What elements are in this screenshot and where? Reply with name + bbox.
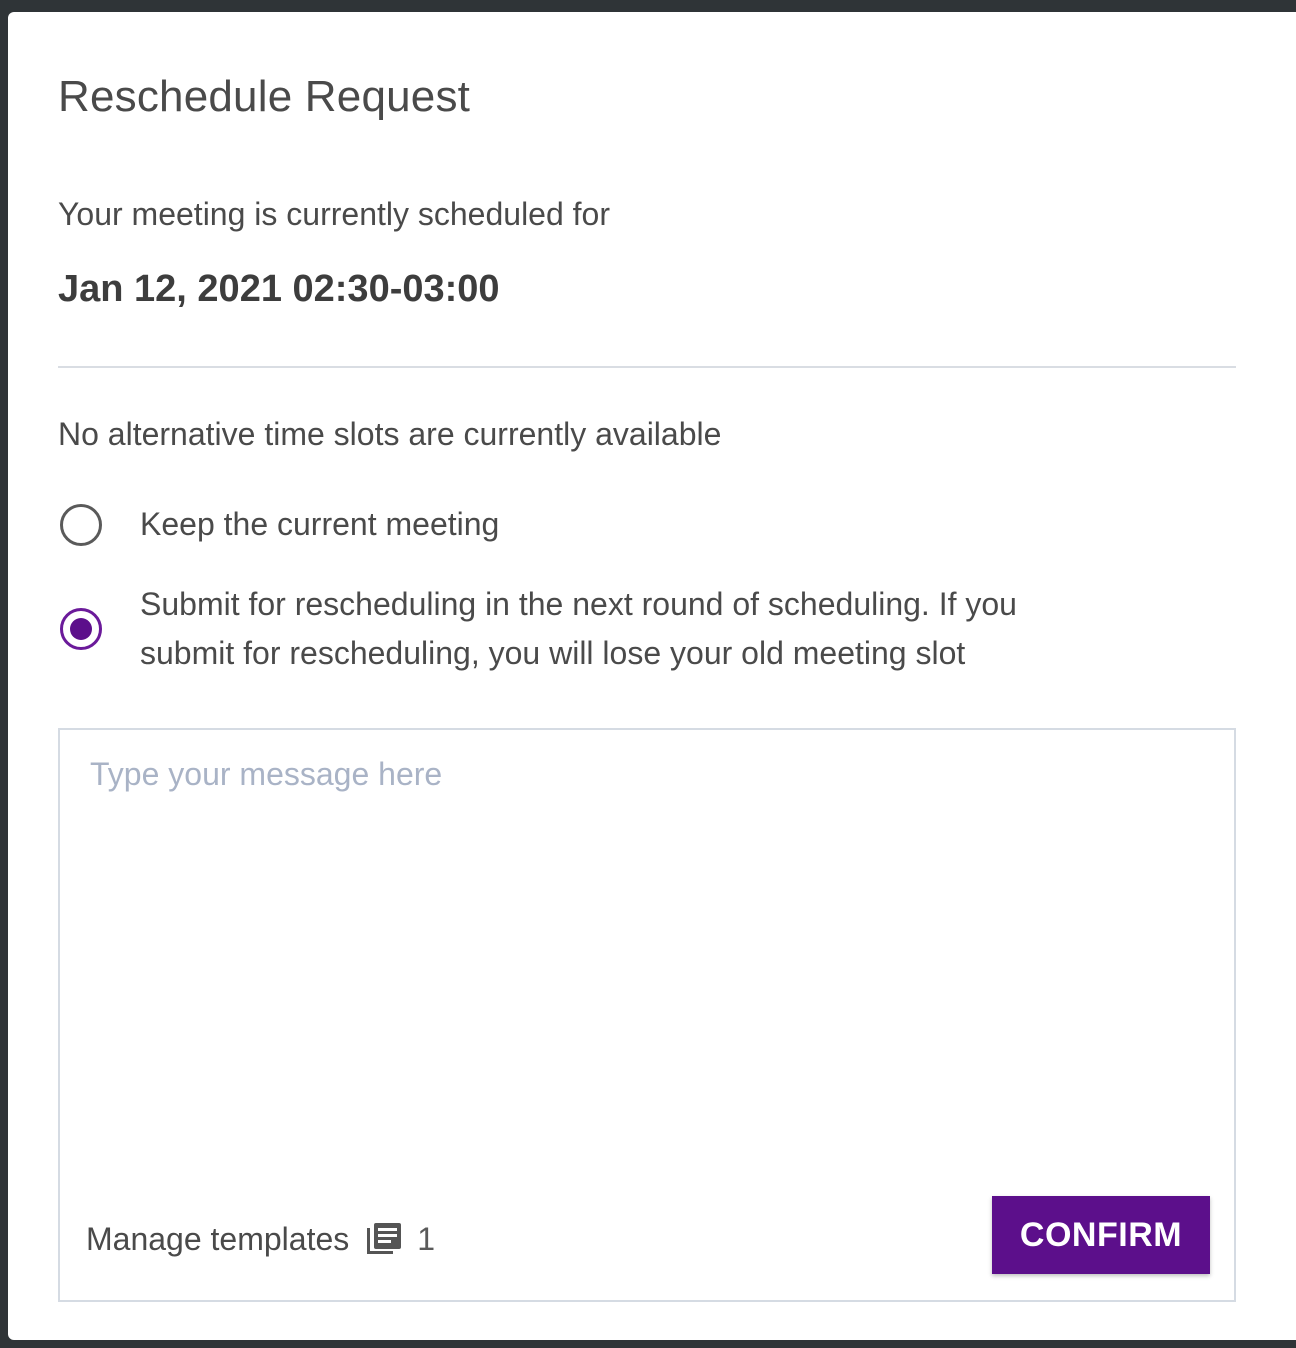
no-slots-notice: No alternative time slots are currently … <box>58 416 722 452</box>
scheduled-for-label: Your meeting is currently scheduled for <box>58 196 610 232</box>
radio-label-submit: Submit for rescheduling in the next roun… <box>140 586 1017 671</box>
templates-footer: Manage templates 1 <box>86 1220 435 1258</box>
message-textarea[interactable] <box>90 756 1190 1136</box>
radio-keep-current-meeting[interactable]: Keep the current meeting <box>60 500 499 549</box>
current-meeting-datetime: Jan 12, 2021 02:30-03:00 <box>58 268 500 310</box>
dialog-title: Reschedule Request <box>58 72 471 121</box>
radio-checked-icon[interactable] <box>60 608 102 650</box>
manage-templates-link[interactable]: Manage templates <box>86 1221 349 1258</box>
radio-label-keep: Keep the current meeting <box>140 506 500 542</box>
divider <box>58 366 1236 368</box>
template-count: 1 <box>417 1220 436 1257</box>
reschedule-dialog: Reschedule Request Your meeting is curre… <box>8 12 1296 1340</box>
confirm-button[interactable]: CONFIRM <box>992 1196 1210 1274</box>
message-box: Manage templates 1 CONFIRM <box>58 728 1236 1302</box>
radio-unchecked-icon[interactable] <box>60 503 102 546</box>
radio-submit-for-rescheduling[interactable]: Submit for rescheduling in the next roun… <box>60 580 1120 678</box>
template-stack-icon[interactable] <box>365 1220 403 1258</box>
